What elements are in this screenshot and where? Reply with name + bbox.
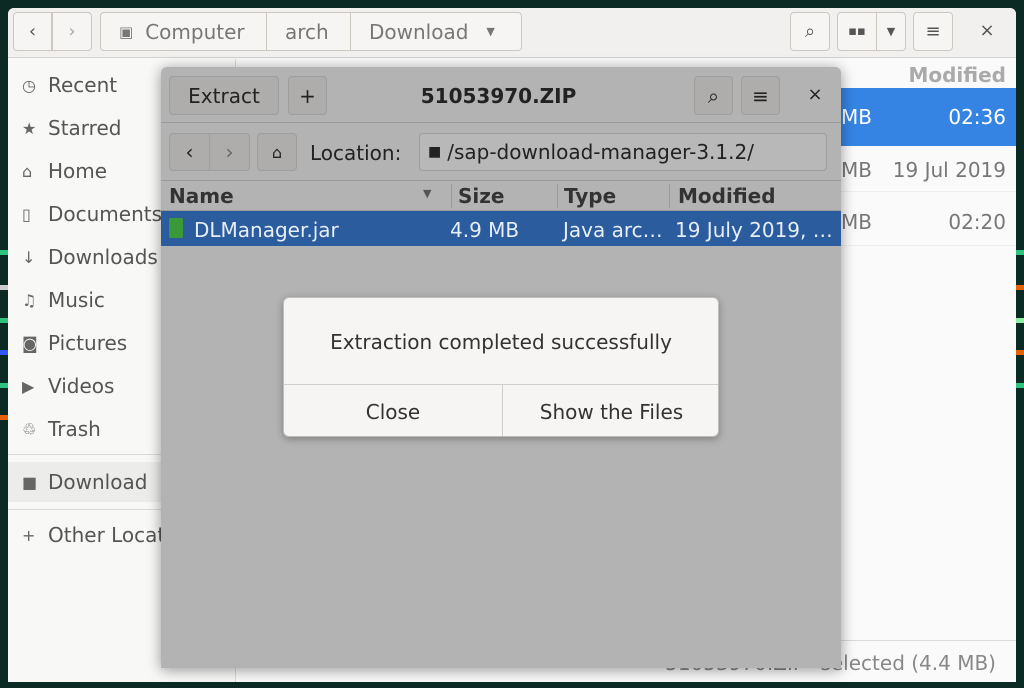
desktop-stripe [0, 383, 8, 388]
desktop-stripe [0, 285, 8, 290]
drive-icon: ▣ [119, 22, 134, 41]
extraction-dialog: Extraction completed successfully Close … [283, 297, 719, 437]
location-field[interactable]: ■/sap-download-manager-3.1.2/ [419, 133, 827, 171]
grid-icon: ▪▪ [848, 24, 866, 39]
desktop-stripe [1016, 285, 1024, 290]
desktop-stripe [0, 350, 8, 355]
desktop-stripe [0, 415, 8, 420]
back-button[interactable]: ‹ [13, 12, 52, 51]
sort-descending-icon: ▼ [423, 187, 432, 200]
archive-title: 51053970.ZIP [420, 84, 577, 108]
trash-icon: ♲ [22, 419, 37, 439]
archive-forward-button[interactable]: › [209, 133, 250, 171]
archive-menu-button[interactable]: ≡ [741, 76, 780, 115]
search-button[interactable]: ⌕ [790, 12, 830, 51]
add-files-button[interactable]: + [288, 76, 327, 115]
desktop-stripe [1016, 350, 1024, 355]
column-type[interactable]: Type [557, 184, 616, 208]
archive-back-button[interactable]: ‹ [169, 133, 210, 171]
video-icon: ▶ [22, 376, 35, 396]
path-computer[interactable]: ▣ Computer [100, 12, 267, 51]
path-download[interactable]: Download ▼ [350, 12, 522, 51]
search-icon: ⌕ [707, 83, 720, 108]
close-window-button[interactable]: × [968, 20, 1006, 41]
menu-button[interactable]: ≡ [913, 12, 953, 51]
view-options-button[interactable]: ▼ [876, 12, 906, 51]
file-modified: 19 Jul 2019 [892, 158, 1006, 182]
jar-file-icon [169, 218, 183, 238]
hamburger-icon: ≡ [752, 83, 769, 108]
document-icon: ▯ [22, 204, 31, 224]
clock-icon: ◷ [22, 75, 36, 95]
download-icon: ↓ [22, 247, 36, 267]
close-button[interactable]: Close [284, 384, 503, 436]
home-icon: ⌂ [22, 161, 33, 181]
dialog-message: Extraction completed successfully [330, 330, 672, 354]
desktop-stripe [1016, 383, 1024, 388]
camera-icon: ◙ [22, 333, 38, 353]
desktop-stripe [1016, 318, 1024, 323]
archive-home-button[interactable]: ⌂ [257, 133, 297, 171]
desktop-stripe [1016, 250, 1024, 255]
archive-file-modified: 19 July 2019, … [675, 218, 833, 242]
path-arch[interactable]: arch [266, 12, 351, 51]
file-size: MB [841, 105, 872, 129]
column-size[interactable]: Size [451, 184, 504, 208]
forward-button[interactable]: › [52, 12, 92, 51]
column-name[interactable]: Name [169, 184, 234, 208]
archive-file-size: 4.9 MB [450, 218, 520, 242]
archive-search-button[interactable]: ⌕ [694, 76, 733, 115]
file-modified: 02:20 [948, 210, 1006, 234]
music-icon: ♫ [22, 290, 37, 310]
archive-file-type: Java arc… [563, 218, 663, 242]
view-grid-button[interactable]: ▪▪ [837, 12, 877, 51]
folder-icon: ■ [428, 144, 442, 160]
hamburger-icon: ≡ [925, 21, 941, 42]
plus-icon: + [22, 525, 36, 545]
chevron-down-icon: ▼ [486, 25, 495, 38]
search-icon: ⌕ [804, 21, 816, 42]
archive-file-name: DLManager.jar [194, 218, 339, 242]
location-label: Location: [310, 141, 402, 165]
file-modified: 02:36 [948, 105, 1006, 129]
folder-icon: ■ [22, 472, 38, 492]
home-icon: ⌂ [271, 142, 283, 162]
header-bar: ‹ › ▣ Computer arch Download ▼ ⌕ ▪▪ ▼ ≡ × [8, 8, 1016, 58]
show-files-button[interactable]: Show the Files [503, 384, 718, 436]
column-modified[interactable]: Modified [669, 184, 776, 208]
desktop-stripe [0, 318, 8, 323]
archive-close-button[interactable]: × [795, 84, 835, 105]
extract-button[interactable]: Extract [169, 76, 279, 115]
column-header-modified[interactable]: Modified [888, 63, 1006, 87]
star-icon: ★ [22, 118, 37, 138]
chevron-down-icon: ▼ [886, 25, 896, 38]
file-size: MB [841, 210, 872, 234]
desktop-stripe [0, 250, 8, 255]
